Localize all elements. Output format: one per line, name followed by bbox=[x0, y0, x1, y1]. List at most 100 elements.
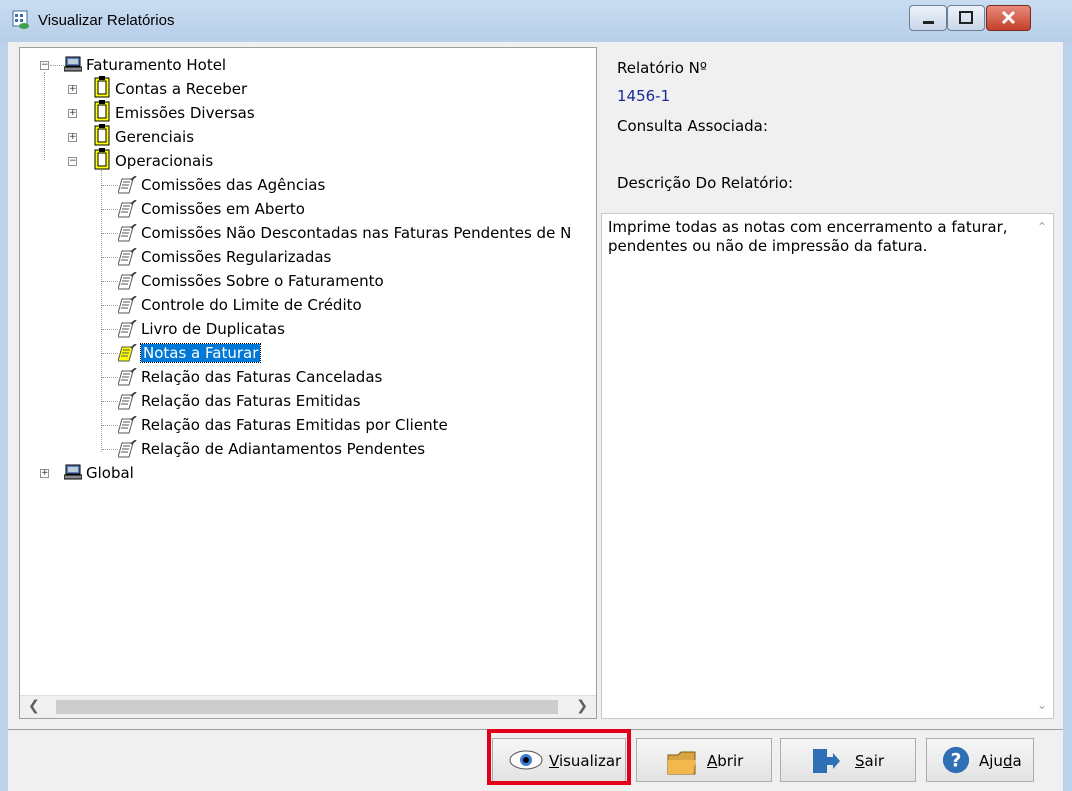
tree-node-report[interactable]: Relação das Faturas Emitidas bbox=[141, 390, 361, 412]
visualizar-mnemonic: V bbox=[549, 752, 559, 770]
tree-node-global[interactable]: Global bbox=[86, 462, 134, 484]
sair-button[interactable]: Sair bbox=[780, 738, 916, 782]
tree-node-report[interactable]: Comissões em Aberto bbox=[141, 198, 305, 220]
tree-line bbox=[102, 449, 118, 450]
maximize-button[interactable] bbox=[947, 5, 985, 31]
clipboard-icon bbox=[94, 148, 110, 170]
close-button[interactable] bbox=[986, 5, 1031, 31]
ajuda-suffix: a bbox=[1012, 752, 1022, 770]
visualizar-button[interactable]: Visualizar bbox=[492, 738, 626, 782]
tree-line bbox=[102, 353, 118, 354]
tree-node-report[interactable]: Livro de Duplicatas bbox=[141, 318, 285, 340]
visualizar-label: Visualizar bbox=[549, 752, 621, 770]
tree-node-report[interactable]: Comissões das Agências bbox=[141, 174, 325, 196]
tree-line bbox=[102, 329, 118, 330]
visualizar-rest: isualizar bbox=[558, 752, 622, 770]
report-description-label: Descrição Do Relatório: bbox=[617, 174, 794, 192]
report-icon bbox=[118, 440, 137, 458]
tree-node-label: Relação das Faturas Canceladas bbox=[141, 368, 383, 386]
tree-node-report[interactable]: Notas a Faturar bbox=[139, 342, 262, 364]
eye-icon bbox=[509, 750, 543, 770]
sair-label: Sair bbox=[855, 752, 884, 770]
tree-node-label: Contas a Receber bbox=[115, 80, 248, 98]
report-app-icon bbox=[12, 10, 29, 29]
tree-node-operacionais[interactable]: Operacionais bbox=[115, 150, 213, 172]
expand-toggle[interactable]: + bbox=[68, 109, 77, 118]
tree-node-label: Comissões em Aberto bbox=[141, 200, 305, 218]
tree-node-label: Global bbox=[86, 464, 134, 482]
scroll-down-icon[interactable]: ⌄ bbox=[1037, 698, 1047, 712]
report-icon bbox=[118, 248, 137, 266]
tree-node-label: Faturamento Hotel bbox=[86, 56, 227, 74]
horizontal-scrollbar[interactable]: ❮ ❯ bbox=[20, 695, 596, 718]
scroll-up-icon[interactable]: ⌃ bbox=[1037, 220, 1047, 234]
ajuda-prefix: Aju bbox=[979, 752, 1003, 770]
tree-node-report[interactable]: Relação de Adiantamentos Pendentes bbox=[141, 438, 425, 460]
report-viewer-window: Visualizar Relatórios − Faturamento Hote… bbox=[0, 0, 1072, 791]
tree-node-label: Gerenciais bbox=[115, 128, 195, 146]
help-icon: ? bbox=[942, 746, 970, 774]
report-info-panel: Relatório Nº 1456-1 Consulta Associada: … bbox=[601, 47, 1054, 719]
report-tree[interactable]: − Faturamento Hotel + Contas a Receber +… bbox=[19, 47, 597, 719]
report-icon bbox=[118, 224, 137, 242]
abrir-button[interactable]: Abrir bbox=[636, 738, 772, 782]
abrir-rest: brir bbox=[717, 752, 744, 770]
tree-node-label: Relação das Faturas Emitidas bbox=[141, 392, 361, 410]
tree-line bbox=[102, 377, 118, 378]
tree-node-report[interactable]: Comissões Não Descontadas nas Faturas Pe… bbox=[141, 222, 571, 244]
folder-icon bbox=[667, 751, 696, 775]
tree-line bbox=[102, 185, 118, 186]
maximize-icon bbox=[959, 11, 973, 24]
expand-toggle[interactable]: + bbox=[68, 133, 77, 142]
tree-node-faturamento-hotel[interactable]: Faturamento Hotel bbox=[86, 54, 226, 76]
tree-node-label: Emissões Diversas bbox=[115, 104, 255, 122]
tree-node-report[interactable]: Controle do Limite de Crédito bbox=[141, 294, 362, 316]
scrollbar-thumb[interactable] bbox=[56, 700, 558, 714]
clipboard-icon bbox=[94, 124, 110, 146]
scroll-right-icon[interactable]: ❯ bbox=[576, 698, 588, 714]
expand-toggle[interactable]: + bbox=[68, 85, 77, 94]
expand-toggle[interactable]: + bbox=[40, 469, 49, 478]
tree-node-report[interactable]: Relação das Faturas Emitidas por Cliente bbox=[141, 414, 448, 436]
ajuda-label: Ajuda bbox=[979, 752, 1022, 770]
tree-node-report[interactable]: Comissões Regularizadas bbox=[141, 246, 331, 268]
tree-line bbox=[102, 233, 118, 234]
tree-node-gerenciais[interactable]: Gerenciais bbox=[115, 126, 194, 148]
tree-node-label: Operacionais bbox=[115, 152, 214, 170]
tree-node-report[interactable]: Relação das Faturas Canceladas bbox=[141, 366, 382, 388]
tree-node-label: Relação de Adiantamentos Pendentes bbox=[141, 440, 426, 458]
tree-line bbox=[102, 257, 118, 258]
report-icon bbox=[118, 392, 137, 410]
tree-node-label: Comissões Não Descontadas nas Faturas Pe… bbox=[141, 224, 572, 242]
tree-line bbox=[102, 401, 118, 402]
scroll-left-icon[interactable]: ❮ bbox=[28, 698, 40, 714]
report-icon bbox=[118, 176, 137, 194]
abrir-mnemonic: A bbox=[707, 752, 718, 770]
svg-text:?: ? bbox=[951, 751, 962, 772]
tree-node-label: Livro de Duplicatas bbox=[141, 320, 285, 338]
minimize-button[interactable] bbox=[909, 5, 947, 31]
button-bar: Visualizar Abrir Sair ? Ajuda bbox=[8, 729, 1063, 791]
report-description-box[interactable]: Imprime todas as notas com encerramento … bbox=[601, 213, 1054, 719]
tree-line bbox=[102, 305, 118, 306]
report-icon bbox=[118, 200, 137, 218]
tree-node-label: Relação das Faturas Emitidas por Cliente bbox=[141, 416, 448, 434]
close-icon bbox=[1001, 10, 1016, 25]
tree-node-label: Comissões Sobre o Faturamento bbox=[141, 272, 384, 290]
tree-node-emissoes-diversas[interactable]: Emissões Diversas bbox=[115, 102, 255, 124]
tree-node-report[interactable]: Comissões Sobre o Faturamento bbox=[141, 270, 384, 292]
title-bar[interactable]: Visualizar Relatórios bbox=[0, 0, 1072, 42]
exit-door-icon bbox=[813, 749, 840, 773]
sair-mnemonic: S bbox=[855, 752, 865, 770]
collapse-toggle[interactable]: − bbox=[68, 157, 77, 166]
tree-node-label: Comissões Regularizadas bbox=[141, 248, 332, 266]
tree-node-contas-a-receber[interactable]: Contas a Receber bbox=[115, 78, 247, 100]
computer-icon bbox=[64, 464, 82, 480]
tree-line bbox=[101, 170, 102, 452]
client-area: − Faturamento Hotel + Contas a Receber +… bbox=[8, 42, 1063, 791]
ajuda-button[interactable]: ? Ajuda bbox=[926, 738, 1034, 782]
window-title: Visualizar Relatórios bbox=[38, 12, 175, 29]
tree-line bbox=[102, 281, 118, 282]
collapse-toggle[interactable]: − bbox=[40, 61, 49, 70]
tree-line bbox=[44, 72, 45, 160]
